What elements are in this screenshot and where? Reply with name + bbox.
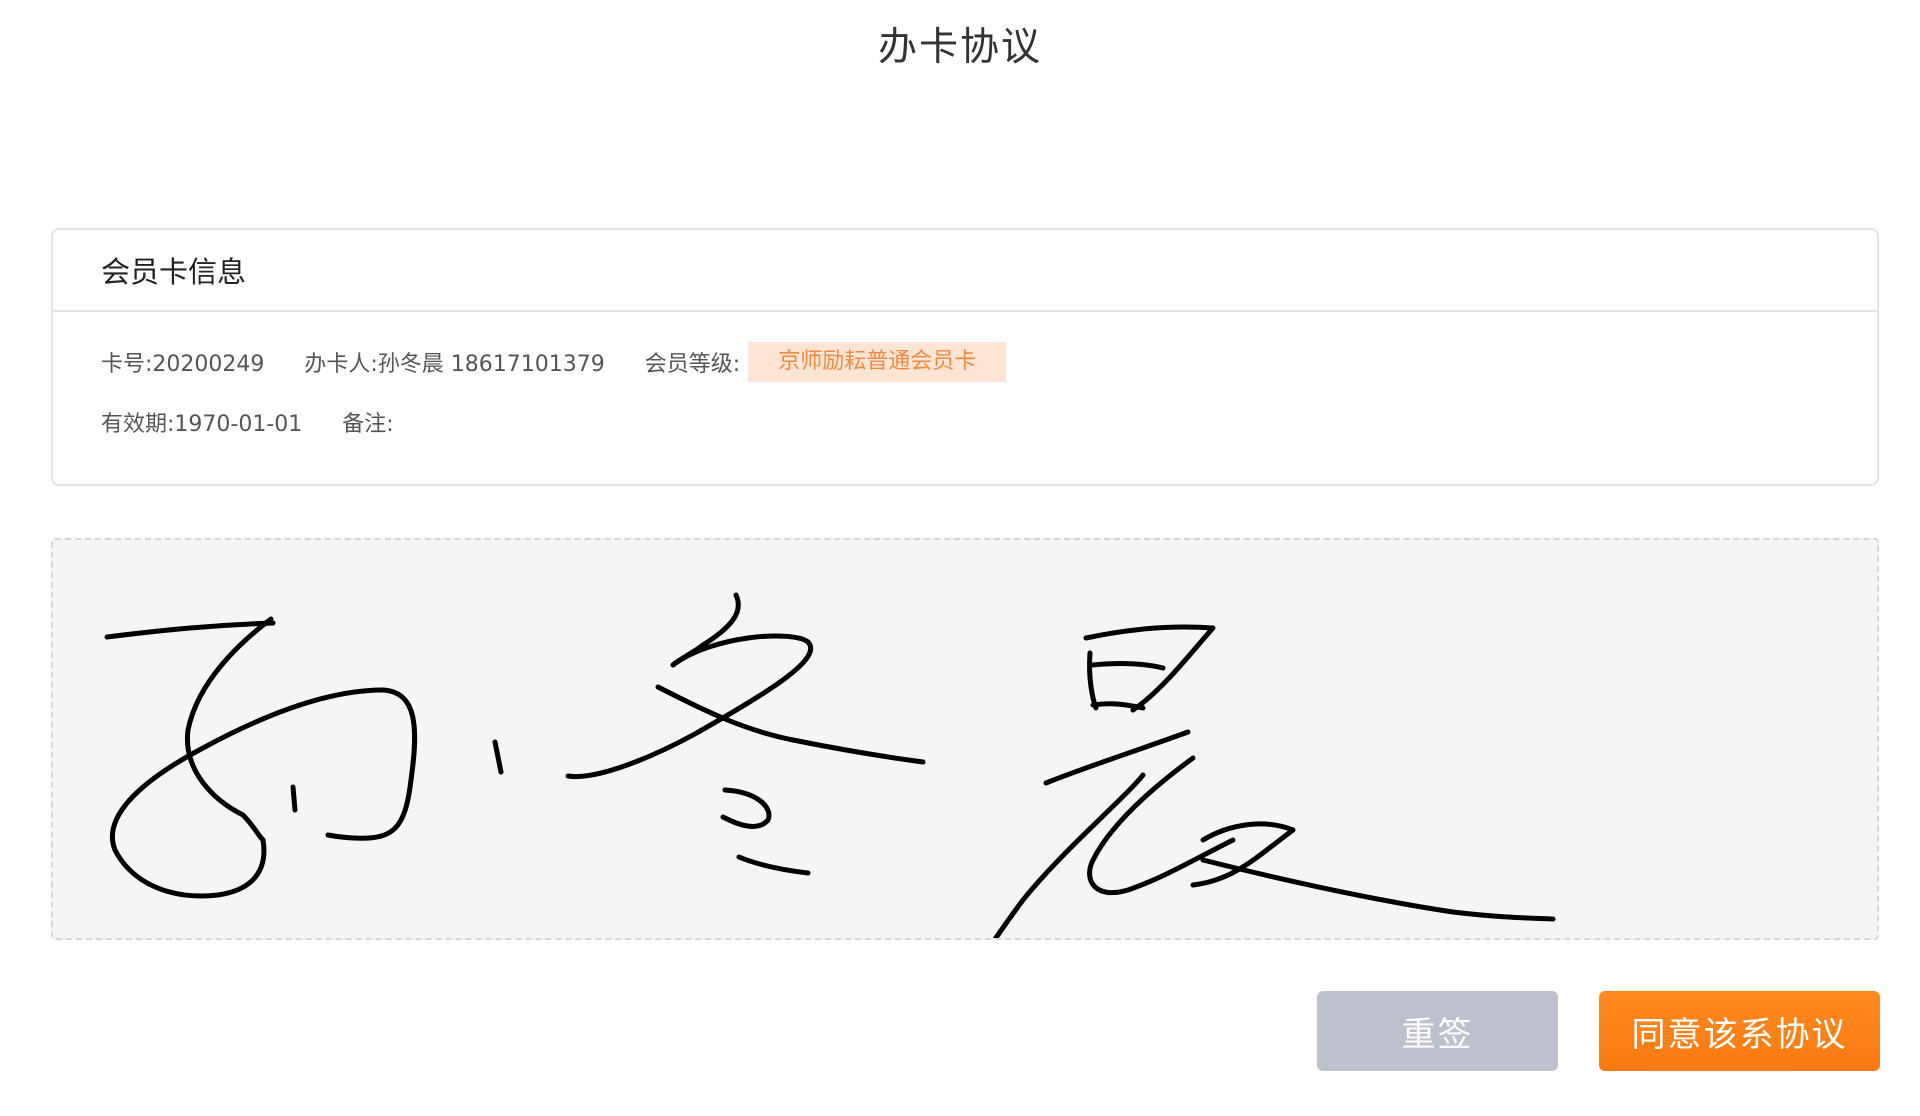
resign-button[interactable]: 重签 xyxy=(1317,991,1558,1071)
card-number: 卡号:20200249 xyxy=(101,352,265,377)
signature-stroke xyxy=(720,787,772,829)
member-level: 会员等级: 京师励耘普通会员卡 xyxy=(644,342,1007,382)
signature-stroke xyxy=(736,854,811,876)
member-card-info-row-2: 有效期:1970-01-01 备注: xyxy=(101,396,1877,448)
member-card-info-row-1: 卡号:20200249 办卡人:孙冬晨 18617101379 会员等级: 京师… xyxy=(101,336,1877,388)
signature-stroke xyxy=(492,739,504,775)
signature-stroke xyxy=(1090,701,1146,711)
signature-stroke xyxy=(290,784,298,813)
signature-stroke xyxy=(109,687,418,899)
signature-stroke xyxy=(184,616,274,843)
signature-stroke xyxy=(565,633,814,780)
page-title: 办卡协议 xyxy=(877,25,1042,70)
signature-stroke xyxy=(1087,755,1236,896)
signature-stroke xyxy=(1087,650,1099,711)
member-card-panel: 会员卡信息 卡号:20200249 办卡人:孙冬晨 18617101379 会员… xyxy=(51,228,1879,486)
signature-pad[interactable] xyxy=(51,538,1879,940)
handwritten-signature xyxy=(104,592,1556,938)
member-level-label: 会员等级: xyxy=(644,352,741,377)
signature-stroke xyxy=(655,684,926,765)
signature-stroke xyxy=(992,772,1146,938)
agree-agreement-button[interactable]: 同意该系协议 xyxy=(1599,991,1880,1071)
member-card-header: 会员卡信息 xyxy=(53,230,1877,312)
member-level-badge: 京师励耘普通会员卡 xyxy=(748,342,1007,382)
card-applicant: 办卡人:孙冬晨 18617101379 xyxy=(304,352,605,377)
signature-stroke xyxy=(670,592,741,668)
signature-stroke xyxy=(1200,857,1556,922)
signature-stroke xyxy=(1090,661,1166,671)
signature-stroke xyxy=(1083,624,1216,713)
card-expiry: 有效期:1970-01-01 xyxy=(101,412,303,437)
member-card-section-title: 会员卡信息 xyxy=(101,255,247,289)
member-card-body: 卡号:20200249 办卡人:孙冬晨 18617101379 会员等级: 京师… xyxy=(53,312,1877,448)
card-remark: 备注: xyxy=(342,412,394,437)
